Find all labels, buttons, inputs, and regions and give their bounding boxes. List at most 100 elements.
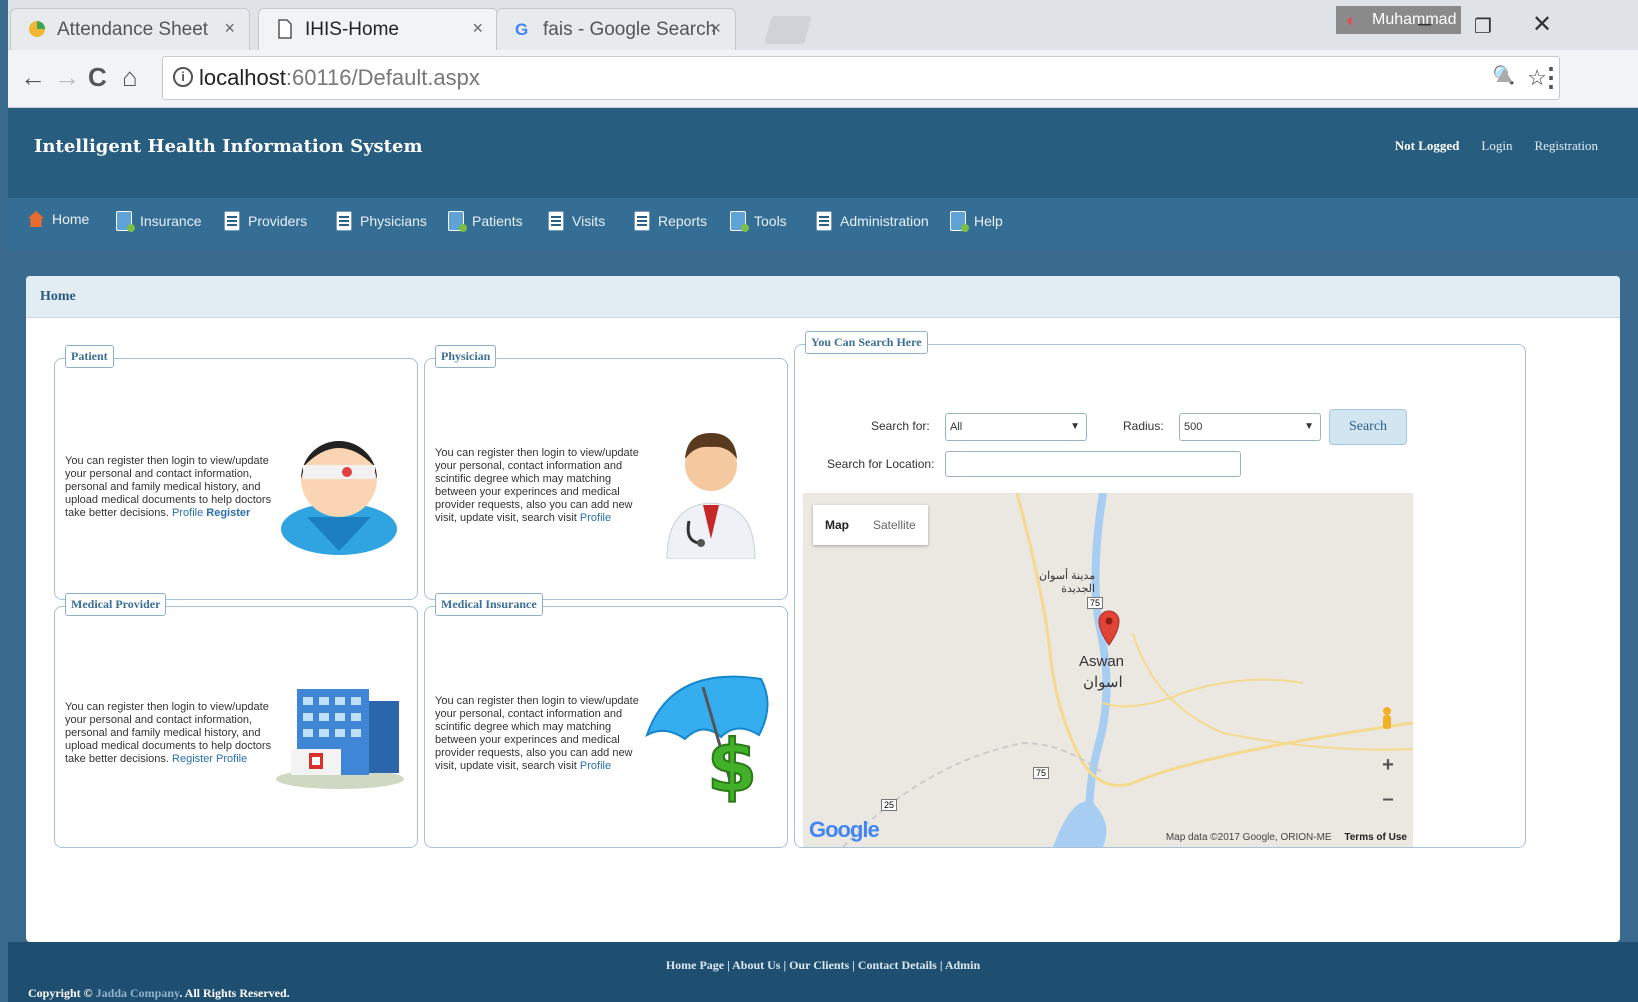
menu-home[interactable]: Home — [28, 211, 89, 227]
provider-register-link[interactable]: Register — [172, 753, 213, 765]
doc-icon — [816, 211, 832, 231]
map-attribution: Map data ©2017 Google, ORION-ME Terms of… — [1166, 832, 1407, 843]
menu-insurance[interactable]: Insurance — [116, 211, 202, 232]
new-tab-button[interactable] — [764, 16, 812, 44]
medical-insurance-card: Medical Insurance You can register then … — [424, 593, 788, 848]
doc-icon — [548, 211, 564, 231]
site-header: Intelligent Health Information System No… — [8, 108, 1638, 198]
search-for-select[interactable]: All ▼ — [945, 413, 1087, 441]
menu-administration[interactable]: Administration — [816, 211, 929, 231]
menu-patients[interactable]: Patients — [448, 211, 523, 232]
insurance-profile-link[interactable]: Profile — [580, 760, 611, 772]
road-shield-75: 75 — [1087, 597, 1104, 609]
google-logo[interactable]: Google — [809, 817, 880, 843]
registration-link[interactable]: Registration — [1534, 138, 1598, 154]
road-shield-25: 25 — [881, 799, 898, 811]
footer-links[interactable]: Home Page | About Us | Our Clients | Con… — [8, 958, 1638, 973]
site-info-icon[interactable]: i — [173, 67, 193, 87]
back-icon[interactable]: ← — [20, 62, 46, 93]
site-title: Intelligent Health Information System — [34, 136, 423, 157]
chart-icon — [116, 211, 135, 232]
zoom-out-button[interactable]: – — [1377, 789, 1399, 811]
minimize-button[interactable]: – — [1418, 10, 1431, 38]
map-label-aswan: Aswan — [1079, 653, 1125, 670]
profile-button[interactable]: ◐ Muhammad — [1336, 6, 1461, 34]
search-panel: You Can Search Here Search for: All ▼ Ra… — [794, 331, 1526, 848]
browser-menu-icon[interactable]: ⋮ — [1538, 62, 1564, 93]
forward-icon[interactable]: → — [54, 62, 80, 93]
pegman-icon[interactable] — [1377, 705, 1397, 733]
doc-icon — [224, 211, 240, 231]
login-link[interactable]: Login — [1481, 138, 1512, 154]
menu-label: Administration — [840, 213, 929, 229]
main-menu: Home Insurance Providers Physicians Pati… — [8, 198, 1638, 250]
search-for-label: Search for: — [871, 419, 930, 433]
patient-avatar-image — [281, 441, 397, 555]
patient-legend: Patient — [65, 345, 114, 368]
chart-icon — [730, 211, 749, 232]
copyright-prefix: Copyright © — [28, 986, 96, 1000]
zoom-in-button[interactable]: + — [1377, 755, 1399, 777]
radius-select[interactable]: 500 ▼ — [1179, 413, 1321, 441]
insurance-umbrella-image: $ — [645, 675, 769, 803]
browser-chrome: Attendance Sheet × IHIS-Home × G fais - … — [8, 0, 1638, 108]
radius-label: Radius: — [1123, 419, 1164, 433]
tab-google-search[interactable]: G fais - Google Search × — [496, 8, 736, 50]
search-button[interactable]: Search — [1329, 409, 1407, 445]
menu-physicians[interactable]: Physicians — [336, 211, 427, 231]
location-input[interactable] — [945, 451, 1241, 477]
menu-label: Providers — [248, 213, 308, 229]
tab-attendance-sheet[interactable]: Attendance Sheet × — [10, 8, 250, 50]
provider-description: You can register then login to view/upda… — [65, 701, 275, 766]
menu-label: Insurance — [140, 213, 202, 229]
close-tab-icon[interactable]: × — [710, 18, 721, 39]
close-window-button[interactable]: ✕ — [1532, 10, 1552, 39]
menu-visits[interactable]: Visits — [548, 211, 605, 231]
menu-help[interactable]: Help — [950, 211, 1003, 232]
page-heading-bar: Home — [26, 276, 1620, 318]
menu-label: Physicians — [360, 213, 427, 229]
chart-icon — [448, 211, 467, 232]
physician-profile-link[interactable]: Profile — [580, 512, 611, 524]
close-tab-icon[interactable]: × — [472, 18, 483, 39]
tab-ihis-home[interactable]: IHIS-Home × — [258, 8, 498, 50]
sheets-icon — [29, 21, 45, 37]
restore-button[interactable]: ❐ — [1474, 14, 1492, 39]
extension-icon[interactable]: ⛰ — [1496, 65, 1513, 88]
terms-of-use-link[interactable]: Terms of Use — [1344, 832, 1407, 843]
location-label: Search for Location: — [827, 457, 935, 471]
close-tab-icon[interactable]: × — [224, 18, 235, 39]
company-link[interactable]: Jadda Company — [96, 986, 180, 1000]
login-status: Not Logged — [1394, 138, 1460, 153]
insurance-description: You can register then login to view/upda… — [435, 695, 645, 773]
tab-title: fais - Google Search — [543, 18, 717, 40]
google-icon: G — [515, 20, 528, 39]
url-path: :60116/Default.aspx — [285, 65, 480, 90]
insurance-legend: Medical Insurance — [435, 593, 543, 616]
hospital-image — [276, 689, 404, 789]
road-shield-75b: 75 — [1033, 767, 1050, 779]
patient-register-link[interactable]: Register — [206, 507, 250, 519]
copyright: Copyright © Jadda Company. All Rights Re… — [28, 986, 290, 1001]
tab-strip: Attendance Sheet × IHIS-Home × G fais - … — [8, 0, 1638, 50]
map-type-map[interactable]: Map — [813, 505, 861, 545]
address-bar[interactable]: i localhost:60116/Default.aspx 🔍 ☆ — [162, 56, 1560, 100]
google-map[interactable]: Map Satellite مدينة أسوان الجديدة 75 Aswa… — [803, 493, 1413, 847]
menu-providers[interactable]: Providers — [224, 211, 307, 231]
map-data-text: Map data ©2017 Google, ORION-ME — [1165, 832, 1332, 843]
home-icon — [28, 211, 44, 227]
map-label-new-aswan-line1: مدينة أسوان — [1039, 570, 1096, 582]
menu-reports[interactable]: Reports — [634, 211, 707, 231]
url-host: localhost — [199, 65, 286, 90]
provider-profile-link[interactable]: Profile — [216, 753, 247, 765]
home-icon[interactable]: ⌂ — [122, 62, 138, 93]
search-for-value: All — [950, 421, 963, 433]
svg-text:$: $ — [707, 724, 757, 803]
reload-icon[interactable]: C — [88, 62, 107, 93]
menu-label: Patients — [472, 213, 523, 229]
physician-description: You can register then login to view/upda… — [435, 447, 645, 525]
map-type-satellite[interactable]: Satellite — [861, 505, 928, 545]
header-links: Not Logged Login Registration — [1395, 138, 1598, 154]
patient-profile-link[interactable]: Profile — [172, 507, 203, 519]
menu-tools[interactable]: Tools — [730, 211, 787, 232]
